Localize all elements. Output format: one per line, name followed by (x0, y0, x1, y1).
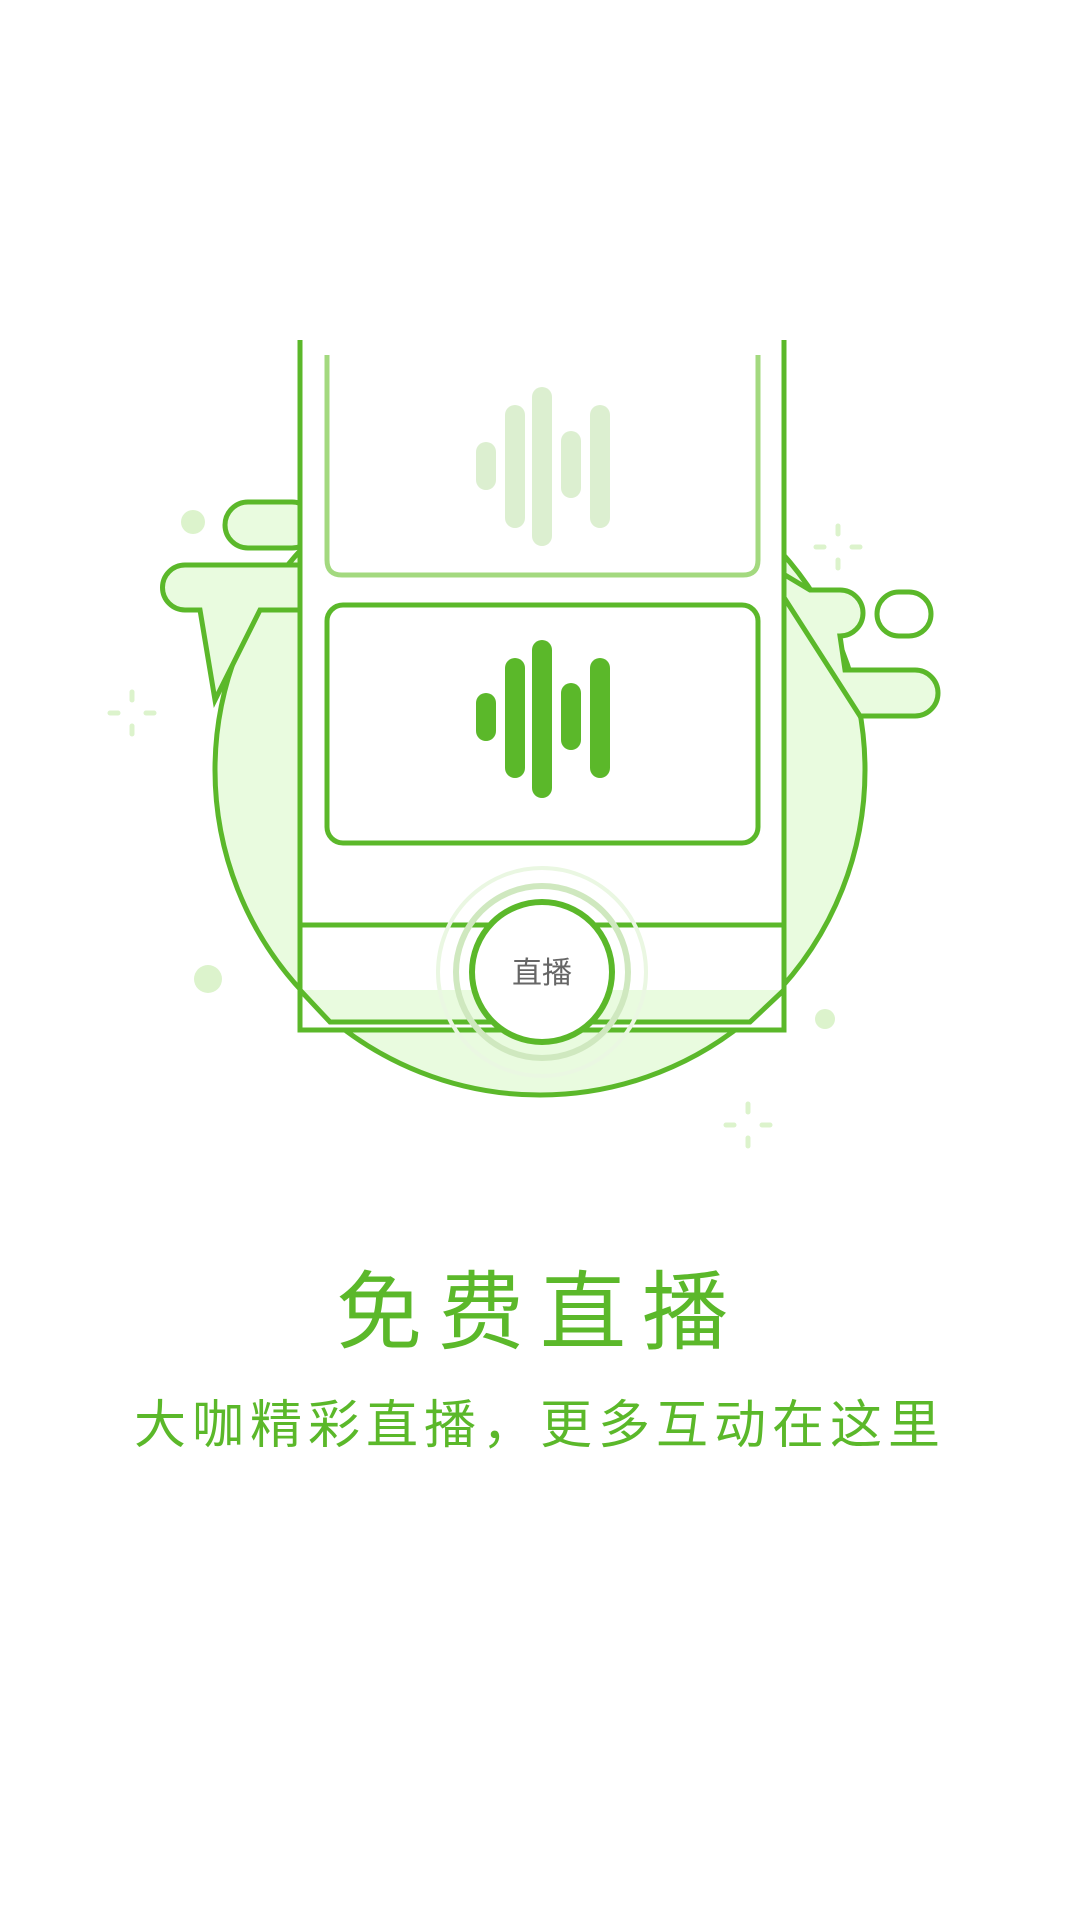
page-subtitle: 大咖精彩直播，更多互动在这里 (133, 1396, 946, 1456)
sparkle-icon (723, 1101, 773, 1149)
active-card (324, 602, 761, 846)
live-button-label: 直播 (512, 956, 572, 991)
page-title: 免费直播 (336, 1263, 744, 1363)
sparkle-icon (107, 689, 157, 737)
live-button[interactable]: 直播 (436, 866, 648, 1078)
live-illustration: 直播 (107, 300, 941, 1149)
sparkle-icon (813, 523, 863, 571)
